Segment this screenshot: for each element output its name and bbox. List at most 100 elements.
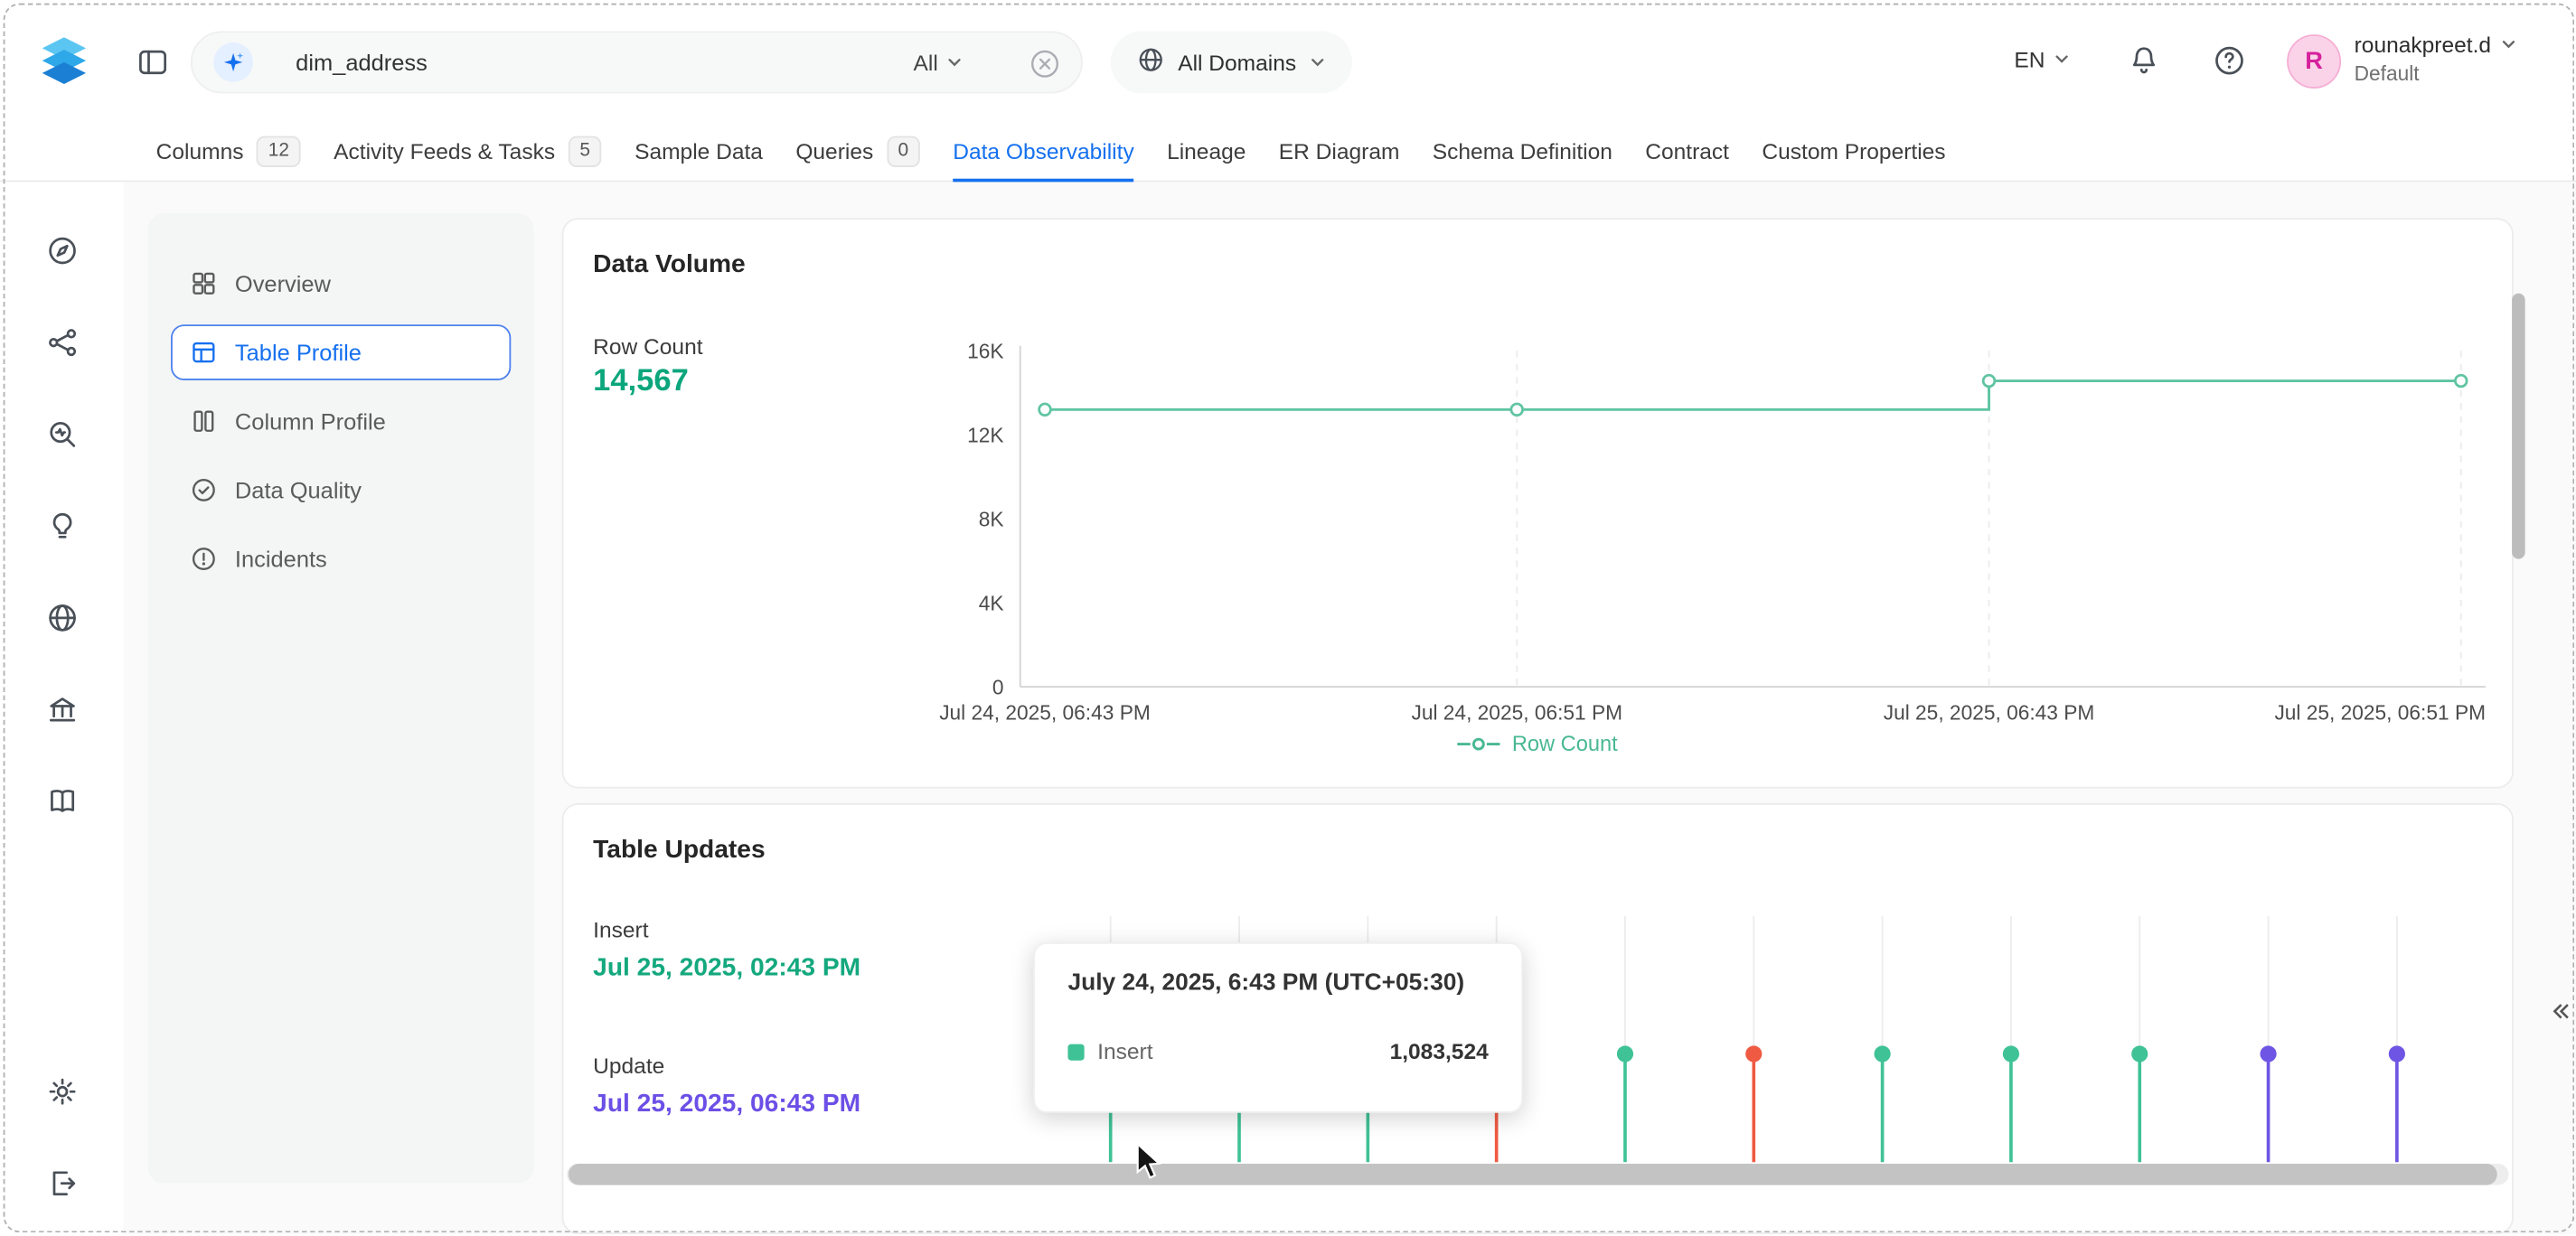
update-point-update[interactable]	[2260, 1045, 2276, 1062]
search-scope-value: All	[914, 50, 938, 74]
app-logo-icon[interactable]	[33, 31, 95, 98]
menu-item-label: Data Quality	[235, 477, 362, 503]
grid-icon	[191, 270, 217, 296]
legend-line-icon	[1458, 735, 1500, 752]
domains-dropdown[interactable]: All Domains	[1111, 31, 1352, 93]
legend-label: Row Count	[1512, 731, 1618, 755]
table-updates-card: Table Updates Insert Jul 25, 2025, 02:43…	[562, 803, 2514, 1234]
tab-data-observability[interactable]: Data Observability	[953, 123, 1133, 180]
avatar-initial: R	[2305, 48, 2323, 76]
user-team: Default	[2355, 62, 2518, 85]
tab-label: ER Diagram	[1279, 139, 1400, 164]
entity-tab-bar: Columns12 Activity Feeds & Tasks5 Sample D…	[0, 123, 2576, 182]
menu-item-data-quality[interactable]: Data Quality	[171, 463, 511, 519]
govern-icon	[45, 705, 78, 733]
tooltip-series-value: 1,083,524	[1390, 1039, 1489, 1063]
tab-label: Contract	[1645, 139, 1729, 164]
svg-text:8K: 8K	[979, 507, 1004, 530]
menu-item-column-profile[interactable]: Column Profile	[171, 393, 511, 449]
tab-contract[interactable]: Contract	[1645, 123, 1729, 180]
rail-settings-button[interactable]	[45, 1075, 78, 1108]
tab-sample-data[interactable]: Sample Data	[635, 123, 763, 180]
tab-label: Columns	[156, 139, 244, 164]
rail-domains-button[interactable]	[45, 602, 78, 634]
rail-observability-button[interactable]	[45, 418, 78, 451]
search-clear-icon[interactable]	[1029, 48, 1061, 80]
row-count-line-chart: 04K8K12K16KJul 24, 2025, 06:43 PMJul 24,…	[563, 220, 2515, 790]
profiler-side-panel: Overview Table Profile Column Profile Data …	[148, 213, 534, 1184]
tab-label: Data Observability	[953, 139, 1133, 164]
update-point-update[interactable]	[2389, 1045, 2405, 1062]
horizontal-scrollbar-thumb[interactable]	[569, 1164, 2496, 1185]
update-point-delete[interactable]	[1745, 1045, 1762, 1062]
lineage-icon	[45, 338, 78, 366]
tab-custom-properties[interactable]: Custom Properties	[1762, 123, 1945, 180]
columns-icon	[191, 408, 217, 435]
rail-logout-button[interactable]	[45, 1167, 78, 1200]
tooltip-series-swatch	[1067, 1044, 1084, 1060]
language-label: EN	[2014, 48, 2045, 72]
menu-item-overview[interactable]: Overview	[171, 256, 511, 312]
mouse-cursor	[1135, 1142, 1165, 1190]
data-volume-card: Data Volume Row Count 14,567 04K8K12K16K…	[562, 218, 2514, 788]
search-input[interactable]: dim_address	[296, 49, 428, 75]
help-icon[interactable]	[2213, 44, 2245, 77]
chevron-down-icon	[2501, 33, 2517, 57]
update-point-insert[interactable]	[2131, 1045, 2148, 1062]
svg-text:Jul 25, 2025, 06:43 PM: Jul 25, 2025, 06:43 PM	[1884, 700, 2095, 724]
line-point[interactable]	[1039, 404, 1051, 416]
rail-insights-button[interactable]	[45, 510, 78, 542]
search-scope-dropdown[interactable]: All	[914, 50, 964, 74]
rail-govern-button[interactable]	[45, 693, 78, 726]
user-name: rounakpreet.d	[2355, 33, 2491, 57]
sidebar-toggle-icon[interactable]	[136, 46, 169, 79]
svg-text:16K: 16K	[967, 339, 1003, 362]
row-count-legend[interactable]: Row Count	[563, 731, 2512, 755]
tab-er-diagram[interactable]: ER Diagram	[1279, 123, 1400, 180]
left-nav-rail	[0, 123, 123, 1234]
rail-glossary-button[interactable]	[45, 785, 78, 818]
tab-columns[interactable]: Columns12	[156, 123, 301, 180]
settings-icon	[45, 1087, 78, 1115]
tab-label: Sample Data	[635, 139, 763, 164]
tab-label: Queries	[795, 139, 873, 164]
update-point-insert[interactable]	[1617, 1045, 1633, 1062]
update-point-insert[interactable]	[2003, 1045, 2019, 1062]
language-dropdown[interactable]: EN	[2014, 48, 2069, 72]
globe-icon	[1137, 46, 1165, 79]
svg-text:12K: 12K	[967, 423, 1003, 446]
menu-item-label: Column Profile	[235, 408, 386, 435]
update-point-insert[interactable]	[1875, 1045, 1891, 1062]
explore-icon	[45, 246, 78, 274]
vertical-scrollbar[interactable]	[2512, 294, 2525, 559]
table-icon	[191, 340, 217, 366]
tab-schema-definition[interactable]: Schema Definition	[1433, 123, 1612, 180]
user-menu[interactable]: rounakpreet.d Default	[2355, 33, 2518, 85]
svg-text:Jul 25, 2025, 06:51 PM: Jul 25, 2025, 06:51 PM	[2274, 700, 2486, 724]
line-point[interactable]	[2455, 375, 2467, 387]
menu-item-incidents[interactable]: Incidents	[171, 531, 511, 587]
user-avatar[interactable]: R	[2287, 34, 2341, 89]
tab-activity-feeds-tasks-count-badge: 5	[569, 136, 602, 167]
notifications-bell-icon[interactable]	[2128, 44, 2160, 77]
menu-item-table-profile[interactable]: Table Profile	[171, 324, 511, 380]
check-circle-icon	[191, 477, 217, 503]
svg-text:4K: 4K	[979, 591, 1004, 614]
tooltip-series-label: Insert	[1097, 1039, 1152, 1063]
global-search-bar[interactable]: dim_address All	[191, 31, 1083, 93]
chevron-down-icon	[2054, 48, 2070, 72]
tab-label: Custom Properties	[1762, 139, 1945, 164]
tab-queries[interactable]: Queries0	[795, 123, 920, 180]
line-point[interactable]	[1511, 404, 1523, 416]
rail-lineage-button[interactable]	[45, 326, 78, 359]
horizontal-scrollbar[interactable]	[567, 1164, 2508, 1185]
rail-explore-button[interactable]	[45, 234, 78, 267]
right-panel-handle-icon[interactable]	[2548, 1000, 2571, 1023]
tab-lineage[interactable]: Lineage	[1167, 123, 1246, 180]
svg-text:Jul 24, 2025, 06:51 PM: Jul 24, 2025, 06:51 PM	[1411, 700, 1622, 724]
ai-sparkle-icon	[213, 42, 253, 82]
menu-item-label: Overview	[235, 270, 331, 296]
tab-activity-feeds-tasks[interactable]: Activity Feeds & Tasks5	[334, 123, 602, 180]
line-point[interactable]	[1983, 375, 1995, 387]
chevron-down-icon	[946, 50, 963, 74]
